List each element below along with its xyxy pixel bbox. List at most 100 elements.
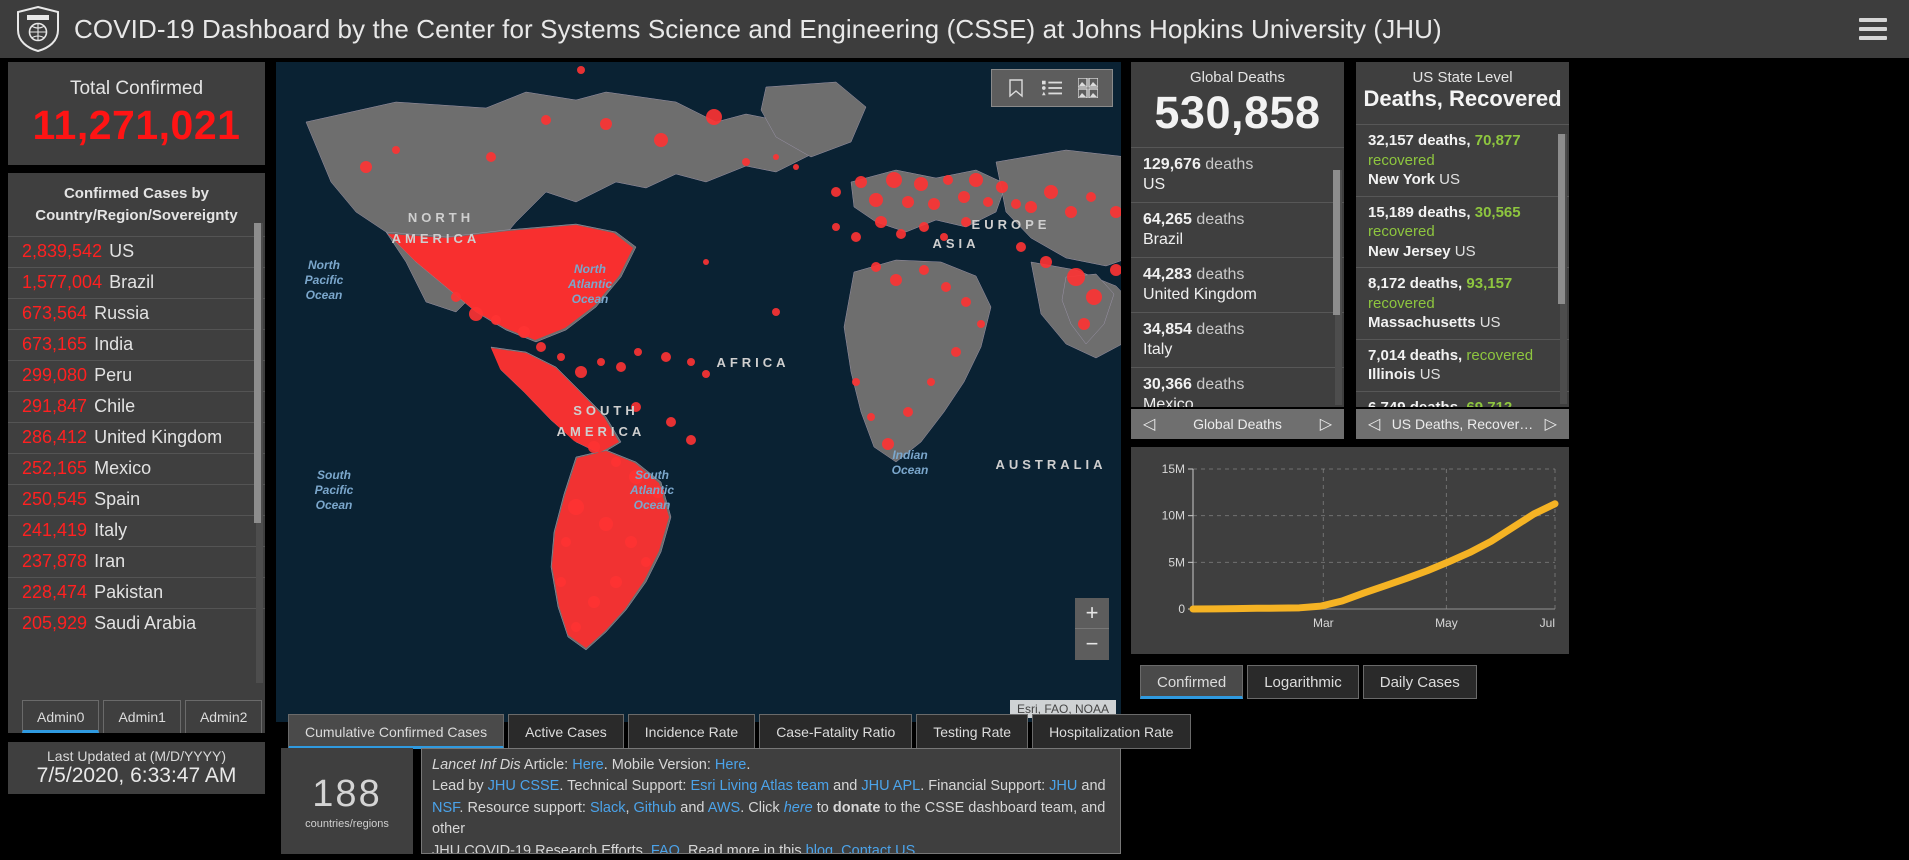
map-layer-tabs[interactable]: Cumulative Confirmed Cases Active Cases In…	[288, 714, 1191, 749]
map-tab-case-fatality-ratio[interactable]: Case-Fatality Ratio	[759, 714, 913, 749]
bookmark-icon[interactable]	[1006, 78, 1026, 98]
us-states-column: US State Level Deaths, Recovered 32,157 …	[1356, 62, 1569, 439]
credits-link-blog[interactable]: blog	[806, 843, 833, 853]
state-deaths-count: 32,157 deaths,	[1368, 132, 1475, 149]
credits-article-text: Article:	[520, 757, 573, 773]
deaths-count: 44,283	[1143, 266, 1197, 283]
map-tools-bar[interactable]	[991, 69, 1113, 107]
global-deaths-row[interactable]: 30,366 deaths Mexico	[1131, 367, 1344, 407]
global-deaths-prev-icon[interactable]: ◁	[1143, 414, 1155, 434]
country-row[interactable]: 299,080 Peru	[8, 359, 265, 391]
chart-tab-confirmed[interactable]: Confirmed	[1140, 665, 1244, 699]
country-row[interactable]: 2,839,542 US	[8, 235, 265, 267]
country-list-scroll-thumb[interactable]	[254, 223, 261, 523]
country-row[interactable]: 241,419 Italy	[8, 514, 265, 546]
credits-link-nsf[interactable]: NSF	[432, 800, 459, 816]
map-tab-testing-rate[interactable]: Testing Rate	[916, 714, 1029, 749]
map-tab-incidence-rate[interactable]: Incidence Rate	[627, 714, 756, 749]
country-row[interactable]: 673,165 India	[8, 328, 265, 360]
state-name: Massachusetts	[1368, 314, 1480, 331]
global-deaths-row[interactable]: 64,265 deaths Brazil	[1131, 202, 1344, 257]
admin-level-tabs[interactable]: Admin0 Admin1 Admin2	[22, 700, 263, 733]
country-row[interactable]: 205,929 Saudi Arabia	[8, 607, 265, 639]
map-tab-cumulative-confirmed-cases[interactable]: Cumulative Confirmed Cases	[288, 714, 505, 749]
credits-line-1: Lancet Inf Dis Article: Here. Mobile Ver…	[432, 755, 1110, 776]
credits-link-contact-us[interactable]: Contact US	[841, 843, 915, 853]
country-row[interactable]: 250,545 Spain	[8, 483, 265, 515]
country-row[interactable]: 237,878 Iran	[8, 545, 265, 577]
credits-read-more: . Read more in this	[679, 842, 806, 854]
deaths-unit: deaths	[1196, 321, 1245, 338]
map-zoom-controls[interactable]: + −	[1075, 598, 1109, 660]
us-state-row[interactable]: 15,189 deaths, 30,565 recovered New Jerse…	[1356, 195, 1569, 268]
state-deaths-count: 8,172 deaths,	[1368, 275, 1467, 292]
global-deaths-pager[interactable]: ◁ Global Deaths ▷	[1131, 409, 1344, 439]
credits-link-jhu-csse[interactable]: JHU CSSE	[488, 778, 560, 794]
global-deaths-list[interactable]: 129,676 deaths US 64,265 deaths Brazil 44,28…	[1131, 147, 1344, 407]
admin-tab-admin0[interactable]: Admin0	[22, 700, 100, 733]
map-tab-active-cases[interactable]: Active Cases	[508, 714, 624, 749]
global-deaths-scroll-thumb[interactable]	[1333, 170, 1340, 315]
global-deaths-next-icon[interactable]: ▷	[1320, 414, 1332, 434]
us-states-list[interactable]: 32,157 deaths, 70,877 recovered New York …	[1356, 124, 1569, 407]
us-states-scroll-thumb[interactable]	[1558, 134, 1565, 304]
state-name: New Jersey	[1368, 242, 1455, 260]
us-state-row[interactable]: 6,749 deaths, 69,712 recoveredPennsylvan…	[1356, 390, 1569, 407]
credits-link-here-article[interactable]: Here	[572, 757, 603, 773]
chart-y-tick: 10M	[1162, 509, 1185, 523]
global-deaths-row[interactable]: 34,854 deaths Italy	[1131, 312, 1344, 367]
zoom-in-button[interactable]: +	[1075, 598, 1109, 629]
credits-link-faq[interactable]: FAQ	[651, 843, 680, 853]
global-deaths-row[interactable]: 44,283 deaths United Kingdom	[1131, 257, 1344, 312]
credits-mobile-text: . Mobile Version:	[603, 757, 715, 773]
country-row[interactable]: 252,165 Mexico	[8, 452, 265, 484]
deaths-unit: deaths	[1205, 156, 1254, 173]
chart-tabs[interactable]: Confirmed Logarithmic Daily Cases	[1140, 665, 1477, 699]
global-deaths-row[interactable]: 129,676 deaths US	[1131, 147, 1344, 202]
global-deaths-scrollbar[interactable]	[1333, 170, 1342, 405]
credits-link-here-donate[interactable]: here	[784, 800, 813, 816]
country-row[interactable]: 1,577,004 Brazil	[8, 266, 265, 298]
credits-link-here-mobile[interactable]: Here	[715, 757, 746, 773]
credits-link-esri[interactable]: Esri Living Atlas team	[690, 778, 829, 794]
country-row[interactable]: 228,474 Pakistan	[8, 576, 265, 608]
country-list-scrollbar[interactable]	[254, 223, 263, 683]
country-row[interactable]: 286,412 United Kingdom	[8, 421, 265, 453]
us-states-prev-icon[interactable]: ◁	[1368, 414, 1380, 434]
world-map[interactable]: North Pacific Ocean North Atlantic Ocean Sou…	[276, 62, 1121, 722]
country-row[interactable]: 291,847 Chile	[8, 390, 265, 422]
zoom-out-button[interactable]: −	[1075, 629, 1109, 660]
us-state-row[interactable]: 8,172 deaths, 93,157 recovered Massachuse…	[1356, 267, 1569, 339]
chart-tab-logarithmic[interactable]: Logarithmic	[1247, 665, 1359, 699]
credits-link-jhu-apl[interactable]: JHU APL	[861, 778, 920, 794]
credits-link-github[interactable]: Github	[634, 800, 677, 816]
us-states-next-icon[interactable]: ▷	[1545, 414, 1557, 434]
page-title: COVID-19 Dashboard by the Center for Sys…	[74, 13, 1442, 44]
us-states-scrollbar[interactable]	[1558, 134, 1567, 404]
credits-link-aws[interactable]: AWS	[708, 800, 741, 816]
country-case-count: 299,080	[22, 365, 88, 385]
deaths-place: Italy	[1143, 341, 1173, 358]
country-list[interactable]: 2,839,542 US 1,577,004 Brazil 673,564 Russia 6…	[8, 235, 265, 639]
country-case-count: 252,165	[22, 458, 88, 478]
map-tab-hospitalization-rate[interactable]: Hospitalization Rate	[1032, 714, 1191, 749]
map-canvas[interactable]	[276, 62, 1121, 722]
us-state-row[interactable]: 7,014 deaths, recovered Illinois US	[1356, 338, 1569, 391]
country-case-count: 673,564	[22, 303, 88, 323]
country-row[interactable]: 673,564 Russia	[8, 297, 265, 329]
country-case-count: 250,545	[22, 489, 88, 509]
us-state-row[interactable]: 32,157 deaths, 70,877 recovered New York …	[1356, 124, 1569, 196]
credits-link-slack[interactable]: Slack	[590, 800, 625, 816]
admin-tab-admin2[interactable]: Admin2	[184, 700, 263, 733]
hamburger-menu-icon[interactable]	[1859, 18, 1887, 40]
chart-tab-daily-cases[interactable]: Daily Cases	[1362, 665, 1477, 699]
total-confirmed-card: Total Confirmed 11,271,021	[8, 62, 265, 165]
credits-panel[interactable]: Lancet Inf Dis Article: Here. Mobile Ver…	[421, 748, 1121, 854]
app-header: COVID-19 Dashboard by the Center for Sys…	[0, 0, 1909, 58]
country-title-line1: Confirmed Cases by	[63, 185, 210, 202]
admin-tab-admin1[interactable]: Admin1	[103, 700, 181, 733]
basemap-gallery-icon[interactable]	[1078, 78, 1098, 98]
us-states-pager[interactable]: ◁ US Deaths, Recover… ▷	[1356, 409, 1569, 439]
legend-list-icon[interactable]	[1042, 78, 1062, 98]
credits-link-jhu[interactable]: JHU	[1049, 778, 1077, 794]
